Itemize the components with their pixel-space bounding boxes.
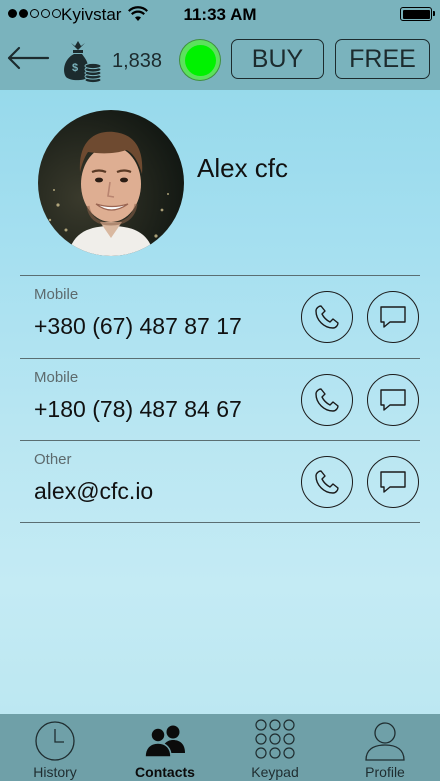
people-icon bbox=[144, 725, 185, 758]
balance-amount: 1,838 bbox=[112, 50, 163, 72]
tab-contacts[interactable]: Contacts bbox=[110, 714, 220, 781]
top-bar: Kyivstar 11:33 AM $ 1,838 BUY FREE bbox=[0, 0, 440, 90]
message-button[interactable] bbox=[367, 374, 419, 426]
tab-label: Keypad bbox=[251, 764, 299, 780]
phone-icon bbox=[315, 470, 339, 494]
money-bag-coins-icon: $ bbox=[64, 41, 102, 83]
entry-value[interactable]: +180 (78) 487 84 67 bbox=[34, 396, 242, 423]
entry-label: Mobile bbox=[34, 369, 79, 386]
clock-icon bbox=[35, 721, 75, 761]
contact-entry: Mobile +380 (67) 487 87 17 bbox=[0, 276, 440, 358]
phone-icon bbox=[315, 305, 339, 329]
tab-label: Profile bbox=[365, 764, 405, 780]
free-button[interactable]: FREE bbox=[335, 39, 430, 79]
battery-icon bbox=[400, 7, 435, 21]
tab-label: History bbox=[33, 764, 77, 780]
buy-button[interactable]: BUY bbox=[231, 39, 324, 79]
entry-value[interactable]: +380 (67) 487 87 17 bbox=[34, 313, 242, 340]
clock-time: 11:33 AM bbox=[183, 5, 257, 24]
call-button[interactable] bbox=[301, 291, 353, 343]
tab-bar: History Contacts Keypad Profile bbox=[0, 714, 440, 781]
tab-profile[interactable]: Profile bbox=[330, 714, 440, 781]
tab-label: Contacts bbox=[135, 764, 195, 780]
call-button[interactable] bbox=[301, 456, 353, 508]
message-icon bbox=[380, 389, 406, 411]
entry-label: Mobile bbox=[34, 286, 79, 303]
person-icon bbox=[365, 722, 405, 761]
divider bbox=[20, 522, 420, 523]
contact-avatar bbox=[38, 110, 184, 256]
call-button[interactable] bbox=[301, 374, 353, 426]
contact-entry: Other alex@cfc.io bbox=[0, 441, 440, 523]
entry-label: Other bbox=[34, 451, 72, 468]
message-icon bbox=[380, 471, 406, 493]
navigation-bar: $ 1,838 BUY FREE bbox=[0, 30, 440, 90]
phone-icon bbox=[315, 388, 339, 412]
tab-keypad[interactable]: Keypad bbox=[220, 714, 330, 781]
keypad-icon bbox=[255, 719, 295, 759]
entry-value[interactable]: alex@cfc.io bbox=[34, 478, 153, 505]
contact-name: Alex cfc bbox=[197, 153, 289, 183]
contact-entry: Mobile +180 (78) 487 84 67 bbox=[0, 359, 440, 441]
online-status-indicator[interactable] bbox=[180, 40, 220, 80]
message-icon bbox=[380, 306, 406, 328]
message-button[interactable] bbox=[367, 456, 419, 508]
tab-history[interactable]: History bbox=[0, 714, 110, 781]
status-bar: Kyivstar 11:33 AM bbox=[0, 0, 440, 30]
svg-text:$: $ bbox=[72, 62, 78, 74]
back-arrow-icon[interactable] bbox=[6, 43, 50, 73]
message-button[interactable] bbox=[367, 291, 419, 343]
